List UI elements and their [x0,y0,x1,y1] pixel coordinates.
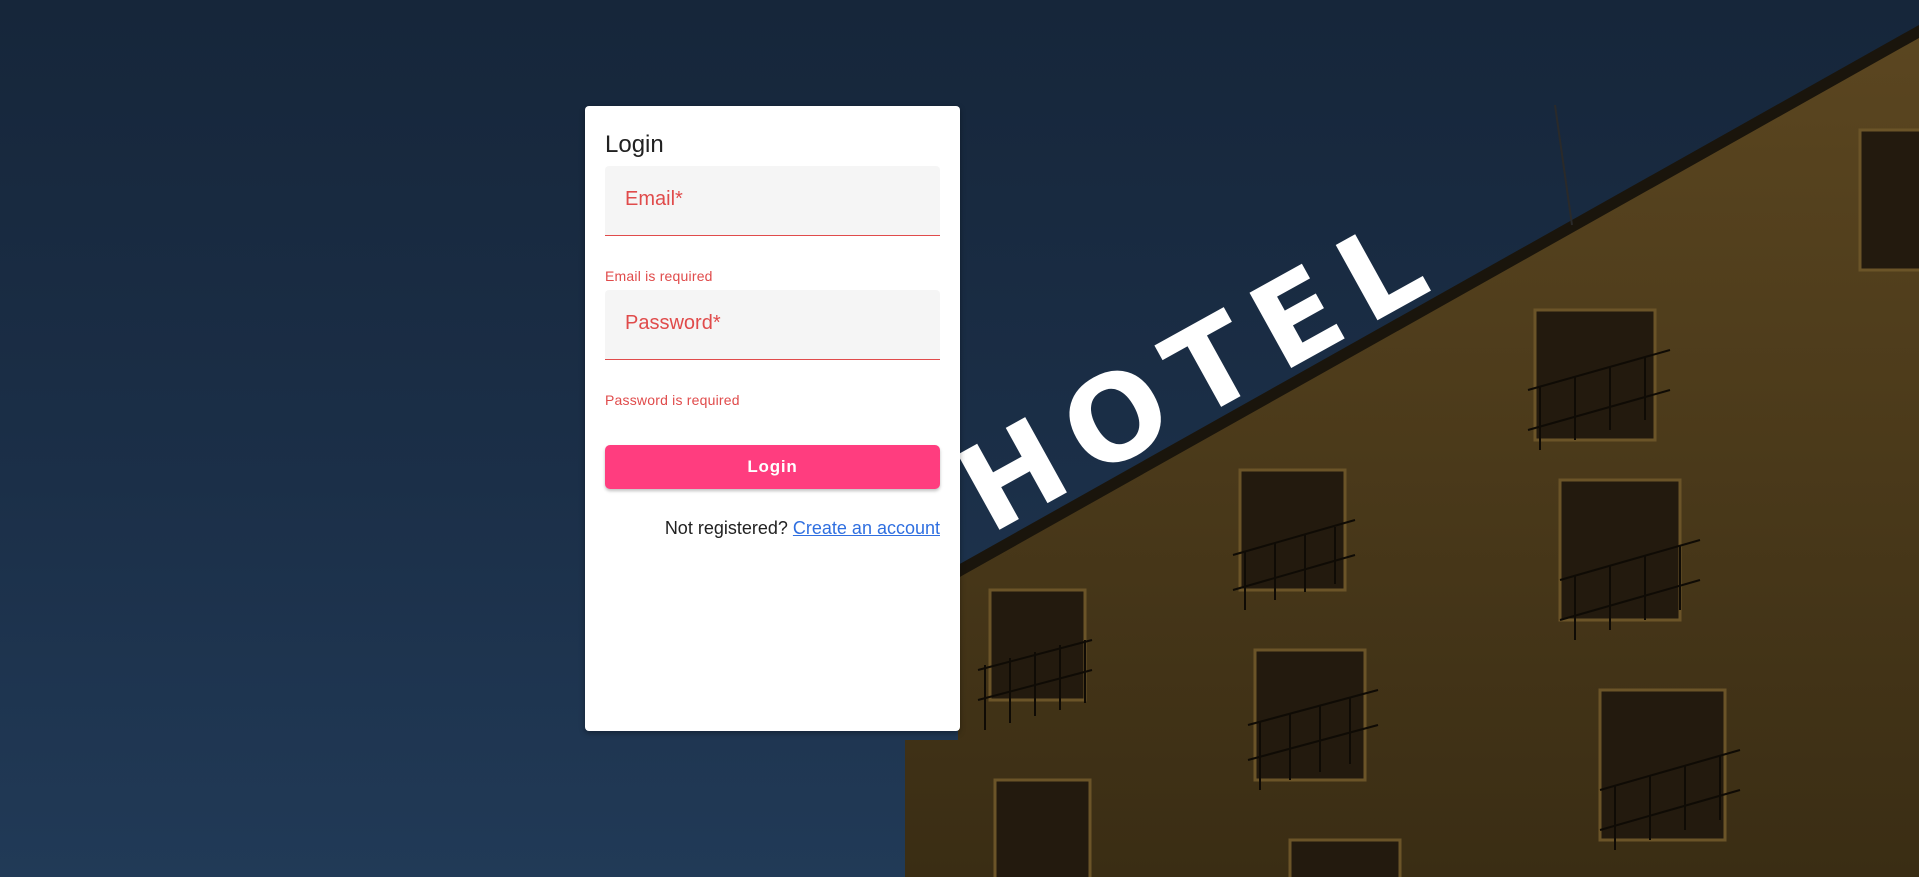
password-input[interactable] [625,318,920,350]
password-field[interactable]: Password* [605,290,940,360]
login-card: Login Email* Email is required Password*… [585,106,960,731]
password-error-message: Password is required [605,392,740,408]
email-input[interactable] [625,194,920,226]
create-account-link[interactable]: Create an account [793,518,940,538]
login-button[interactable]: Login [605,445,940,489]
register-row: Not registered? Create an account [665,518,940,539]
antenna [1554,104,1573,226]
email-error-message: Email is required [605,268,713,284]
login-title: Login [605,131,664,158]
register-prompt: Not registered? [664,518,788,538]
email-field[interactable]: Email* [605,166,940,236]
login-page: HOTEL Login Email* Email is required Pas… [0,0,1919,877]
